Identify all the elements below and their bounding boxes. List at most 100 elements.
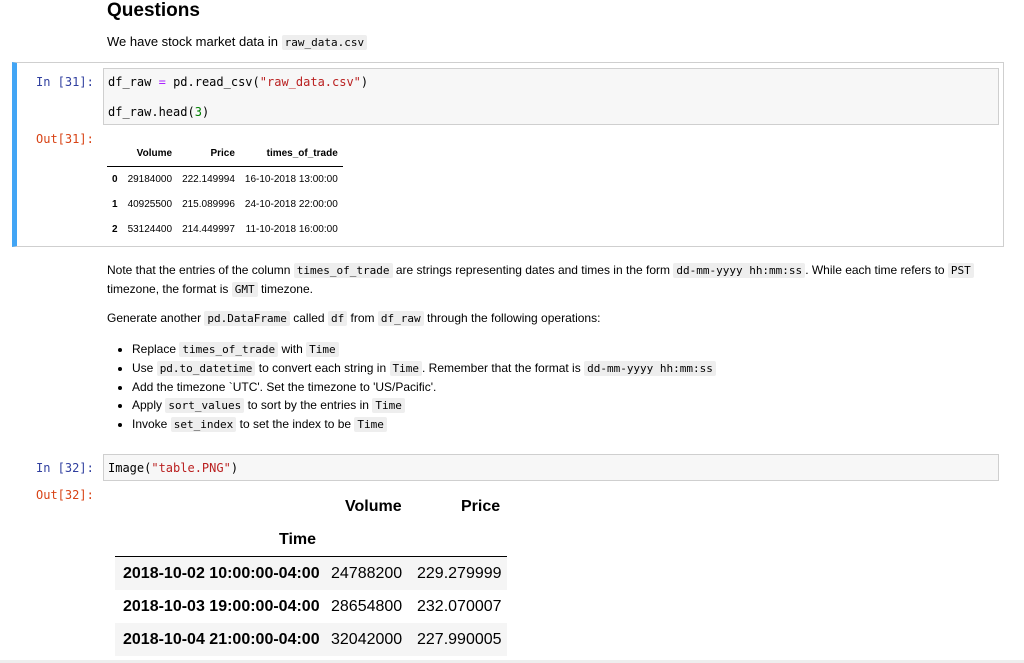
- image-cell-volume: 28654800: [331, 598, 403, 615]
- op-inline-code: dd-mm-yyyy hh:mm:ss: [584, 361, 716, 376]
- code-token-paren: ): [360, 75, 369, 89]
- op-inline-code: times_of_trade: [179, 342, 279, 357]
- generate-text: from: [350, 311, 375, 325]
- op-text: to convert each string in: [258, 361, 387, 375]
- image-col-price: Price: [461, 498, 501, 515]
- code-token-var: df_raw: [108, 75, 152, 89]
- table-row: 2018-10-02 10:00:00-04:00 24788200 229.2…: [115, 557, 507, 590]
- dataframe-header-row: Volume Price times_of_trade: [107, 141, 343, 167]
- cell-price: 214.449997: [182, 224, 235, 235]
- markdown-intro-paragraph: We have stock market data in raw_data.cs…: [107, 34, 368, 50]
- op-inline-code: sort_values: [165, 398, 245, 413]
- list-item: Add the timezone `UTC'. Set the timezone…: [132, 378, 997, 396]
- op-text: Use: [132, 361, 154, 375]
- row-index: 2: [112, 224, 118, 235]
- image-cell-time: 2018-10-02 10:00:00-04:00: [123, 565, 320, 582]
- code-token-string: "raw_data.csv": [259, 75, 361, 89]
- row-index: 0: [112, 174, 118, 185]
- markdown-note-paragraph: Note that the entries of the column time…: [107, 261, 997, 299]
- image-cell-time: 2018-10-03 19:00:00-04:00: [123, 598, 320, 615]
- markdown-generate-paragraph: Generate another pd.DataFrame called df …: [107, 309, 997, 328]
- cell-time: 11-10-2018 16:00:00: [245, 224, 338, 235]
- code-token-call: Image(: [108, 461, 152, 475]
- dataframe-col-volume: Volume: [122, 141, 178, 167]
- cell-time: 24-10-2018 22:00:00: [244, 199, 338, 210]
- cell-time: 16-10-2018 13:00:00: [244, 174, 338, 185]
- table-row: 2 53124400 214.449997 11-10-2018 16:00:0…: [107, 217, 343, 242]
- generate-inline-code: df_raw: [377, 311, 424, 326]
- list-item: Apply sort_values to sort by the entries…: [132, 396, 997, 415]
- generate-text: through the following operations:: [426, 311, 601, 325]
- generate-inline-code: pd.DataFrame: [204, 311, 290, 326]
- op-inline-code: pd.to_datetime: [156, 361, 256, 376]
- row-index: 1: [112, 199, 118, 210]
- cell-32-out-prompt: Out[32]:: [36, 488, 94, 502]
- operations-list: Replace times_of_trade with Time Use pd.…: [107, 340, 997, 434]
- table-row: 0 29184000 222.149994 16-10-2018 13:00:0…: [107, 167, 343, 193]
- note-text: . While each time refers to: [805, 263, 945, 277]
- table-row: 2018-10-04 21:00:00-04:00 32042000 227.9…: [115, 623, 507, 656]
- cell-volume: 53124400: [127, 224, 173, 235]
- op-text: Replace: [132, 342, 177, 356]
- image-cell-price: 232.070007: [417, 598, 502, 615]
- list-item: Use pd.to_datetime to convert each strin…: [132, 359, 997, 378]
- image-index-name: Time: [279, 531, 317, 548]
- dataframe-index-header: [107, 141, 123, 167]
- intro-text: We have stock market data in: [107, 34, 279, 49]
- op-text: Invoke: [132, 417, 168, 431]
- note-text: timezone.: [260, 282, 313, 296]
- code-token-paren: ): [201, 105, 210, 119]
- note-text: are strings representing dates and times…: [395, 263, 670, 277]
- note-inline-code: PST: [947, 263, 974, 278]
- op-inline-code: Time: [372, 398, 405, 413]
- note-inline-code: dd-mm-yyyy hh:mm:ss: [673, 263, 806, 278]
- code-token-string: "table.PNG": [151, 461, 231, 475]
- code-token-call: df_raw.head(: [108, 105, 195, 119]
- code-token-call: pd.read_csv(: [173, 75, 260, 89]
- op-text: Add the timezone `UTC'. Set the timezone…: [132, 380, 437, 394]
- image-cell-price: 227.990005: [417, 631, 502, 648]
- op-inline-code: Time: [306, 342, 339, 357]
- image-output-table: Volume Price Time 2018-10-02 10:00:00-04…: [107, 490, 517, 663]
- image-cell-price: 229.279999: [417, 565, 502, 582]
- op-text: to set the index to be: [239, 417, 352, 431]
- table-row: 1 40925500 215.089996 24-10-2018 22:00:0…: [107, 192, 343, 217]
- generate-text: called: [293, 311, 325, 325]
- cell-volume: 40925500: [127, 199, 173, 210]
- cell-32-code-editor[interactable]: Image("table.PNG"): [103, 454, 999, 481]
- cell-price: 222.149994: [182, 174, 235, 185]
- cell-volume: 29184000: [127, 174, 173, 185]
- code-line-1: Image("table.PNG"): [108, 461, 238, 475]
- op-text: with: [281, 342, 303, 356]
- dataframe-col-times-of-trade: times_of_trade: [239, 141, 343, 167]
- generate-text: Generate another: [107, 311, 202, 325]
- image-cell-volume: 24788200: [331, 565, 403, 582]
- intro-inline-code: raw_data.csv: [281, 35, 368, 50]
- op-text: . Remember that the format is: [422, 361, 581, 375]
- note-text: Note that the entries of the column: [107, 263, 291, 277]
- image-cell-time: 2018-10-04 21:00:00-04:00: [123, 631, 320, 648]
- code-token-paren: ): [230, 461, 239, 475]
- op-inline-code: Time: [354, 417, 387, 432]
- generate-inline-code: df: [327, 311, 348, 326]
- list-item: Replace times_of_trade with Time: [132, 340, 997, 359]
- code-token-operator: =: [158, 75, 166, 89]
- op-text: to sort by the entries in: [247, 398, 369, 412]
- cell-31-code-editor[interactable]: df_raw = pd.read_csv("raw_data.csv") df_…: [103, 68, 999, 125]
- image-col-volume: Volume: [345, 498, 402, 515]
- code-token-number: 3: [194, 105, 202, 119]
- op-text: Apply: [132, 398, 163, 412]
- op-inline-code: Time: [389, 361, 422, 376]
- code-line-1: df_raw = pd.read_csv("raw_data.csv"): [108, 75, 368, 89]
- cell-31-out-prompt: Out[31]:: [36, 132, 94, 146]
- op-inline-code: set_index: [170, 417, 237, 432]
- cell-price: 215.089996: [182, 199, 235, 210]
- note-inline-code: GMT: [231, 282, 258, 297]
- note-text: timezone, the format is: [107, 282, 229, 296]
- code-line-2: df_raw.head(3): [108, 105, 209, 119]
- cell-31-in-prompt: In [31]:: [36, 75, 94, 89]
- cell-32-in-prompt: In [32]:: [36, 461, 94, 475]
- image-cell-volume: 32042000: [331, 631, 403, 648]
- dataframe-head-output: Volume Price times_of_trade 0 29184000 2…: [107, 141, 343, 242]
- table-row: 2018-10-03 19:00:00-04:00 28654800 232.0…: [115, 590, 507, 623]
